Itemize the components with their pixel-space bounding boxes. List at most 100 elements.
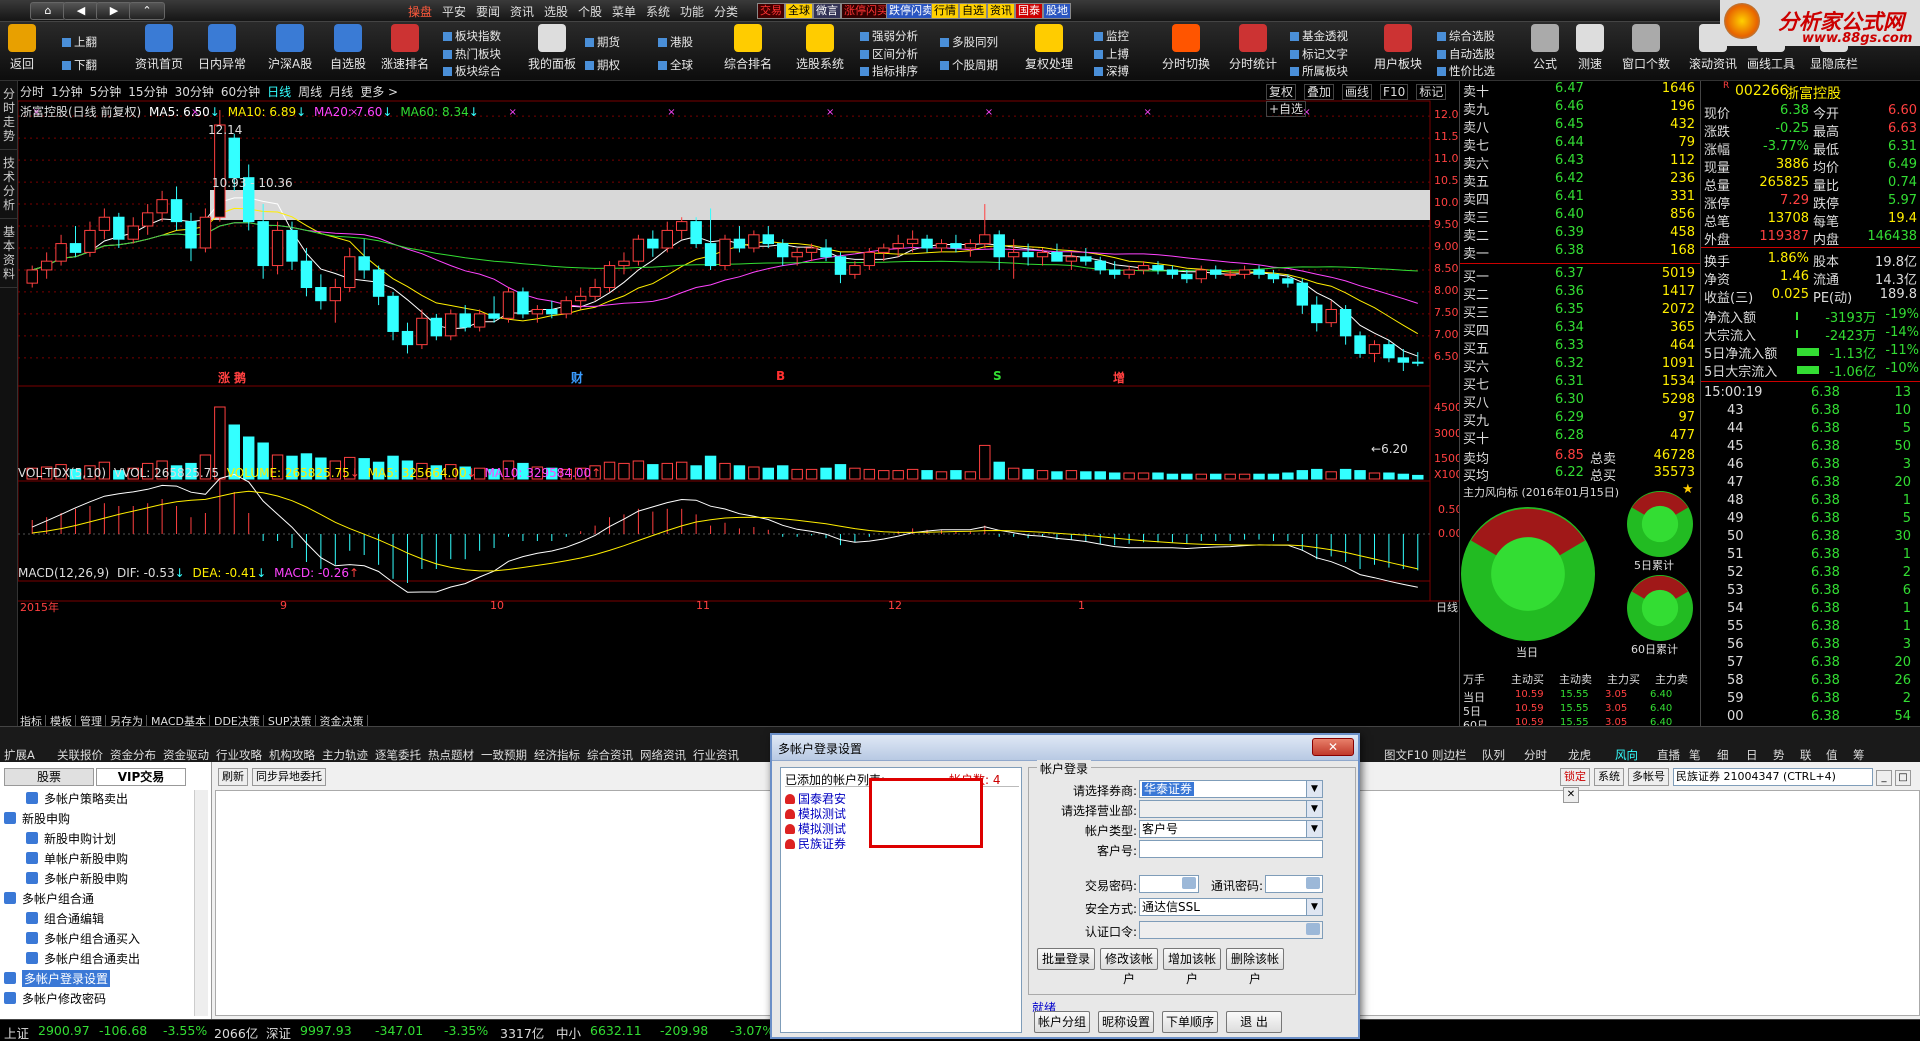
toolbar-button[interactable]: 窗口个数: [1622, 24, 1670, 72]
toolbar-button[interactable]: 我的面板: [528, 24, 576, 72]
toolbar-button[interactable]: 测速: [1576, 24, 1604, 72]
trade-right-button[interactable]: 锁定: [1560, 768, 1590, 786]
ask-price[interactable]: 6.39: [1555, 225, 1584, 240]
toolbar-small-button[interactable]: 下翻: [62, 57, 97, 73]
tree-item[interactable]: 多帐户策略卖出: [44, 790, 128, 807]
bid-price[interactable]: 6.36: [1555, 284, 1584, 299]
tree-item[interactable]: 新股申购计划: [44, 830, 116, 847]
bid-price[interactable]: 6.35: [1555, 302, 1584, 317]
menu-item[interactable]: 操盘: [408, 3, 432, 20]
ask-price[interactable]: 6.47: [1555, 81, 1584, 96]
menu-item[interactable]: 要闻: [476, 3, 500, 20]
menu-tag[interactable]: 行情: [931, 3, 959, 19]
vertical-tab[interactable]: 基本资料: [0, 219, 18, 288]
side-tab[interactable]: 联: [1800, 747, 1812, 763]
menu-item[interactable]: 资讯: [510, 3, 534, 20]
toolbar-small-button[interactable]: 区间分析: [860, 46, 918, 62]
tree-item[interactable]: 多帐户修改密码: [22, 990, 106, 1007]
ask-price[interactable]: 6.40: [1555, 207, 1584, 222]
toolbar-small-button[interactable]: 多股同列: [940, 34, 998, 50]
account-action-button[interactable]: 修改该帐户: [1100, 948, 1158, 986]
account-select[interactable]: 民族证券 21004347 (CTRL+4): [1673, 768, 1873, 786]
side-tab[interactable]: 则边栏: [1432, 747, 1467, 763]
vertical-tab[interactable]: 分时走势: [0, 81, 18, 150]
side-tab[interactable]: 队列: [1482, 747, 1505, 763]
chevron-down-icon[interactable]: ▼: [1306, 801, 1322, 817]
toolbar-button[interactable]: 分时切换: [1162, 24, 1210, 72]
toolbar-small-button[interactable]: 自动选股: [1437, 46, 1495, 62]
account-action-button[interactable]: 增加该帐户: [1163, 948, 1221, 986]
side-tab[interactable]: 筹: [1853, 747, 1865, 763]
security-select[interactable]: 通达信SSL ▼: [1139, 898, 1323, 916]
side-tab[interactable]: 风向: [1615, 747, 1638, 763]
menu-tag[interactable]: 微言: [813, 3, 841, 19]
toolbar-small-button[interactable]: 热门板块: [443, 46, 501, 62]
toolbar-small-button[interactable]: 监控: [1094, 28, 1129, 44]
side-tab[interactable]: 图文F10: [1384, 747, 1428, 763]
bid-price[interactable]: 6.30: [1555, 392, 1584, 407]
event-marker[interactable]: 涨: [218, 369, 230, 386]
menu-item[interactable]: 功能: [680, 3, 704, 20]
vertical-tab[interactable]: 技术分析: [0, 150, 18, 219]
field-input[interactable]: [1139, 840, 1323, 858]
bottom-tab[interactable]: 经济指标: [534, 747, 580, 763]
bid-price[interactable]: 6.37: [1555, 266, 1584, 281]
side-tab[interactable]: 细: [1717, 747, 1729, 763]
window-control[interactable]: ✕: [1563, 787, 1579, 803]
toolbar-small-button[interactable]: 标记文字: [1290, 46, 1348, 62]
trade-right-button[interactable]: 系统: [1594, 768, 1624, 786]
period-tab[interactable]: 60分钟: [221, 85, 260, 99]
toolbar-button[interactable]: 日内异常: [198, 24, 246, 72]
trade-password-input[interactable]: [1139, 875, 1199, 893]
chart-tool-button[interactable]: 标记: [1416, 84, 1447, 100]
period-tab[interactable]: 15分钟: [128, 85, 167, 99]
side-tab[interactable]: 笔: [1689, 747, 1701, 763]
chart-tool-button[interactable]: 叠加: [1304, 84, 1335, 100]
toolbar-button[interactable]: 复权处理: [1025, 24, 1073, 72]
tree-item[interactable]: 单帐户新股申购: [44, 850, 128, 867]
toolbar-small-button[interactable]: 全球: [658, 57, 693, 73]
menu-tag[interactable]: 交易: [757, 3, 785, 19]
period-tab[interactable]: 30分钟: [175, 85, 214, 99]
trade-button[interactable]: 刷新: [218, 768, 248, 786]
bottom-tab[interactable]: 资金分布: [110, 747, 156, 763]
toolbar-button[interactable]: 自选股: [330, 24, 366, 72]
toolbar-small-button[interactable]: 指标排序: [860, 63, 918, 79]
dialog-footer-button[interactable]: 退 出: [1226, 1011, 1282, 1033]
tree-item[interactable]: 多帐户登录设置: [22, 970, 111, 987]
auth-input[interactable]: [1139, 921, 1323, 939]
bottom-tab[interactable]: 网络资讯: [640, 747, 686, 763]
account-list[interactable]: 已添加的帐户列表: 帐户数: 4 国泰君安模拟测试模拟测试民族证券: [780, 767, 1022, 1033]
ask-price[interactable]: 6.45: [1555, 117, 1584, 132]
trade-tab[interactable]: VIP交易: [96, 768, 186, 786]
toolbar-small-button[interactable]: 板块指数: [443, 28, 501, 44]
period-tab[interactable]: 月线: [329, 85, 353, 99]
period-tab[interactable]: 周线: [298, 85, 322, 99]
toolbar-button[interactable]: 公式: [1531, 24, 1559, 72]
menu-item[interactable]: 系统: [646, 3, 670, 20]
toolbar-button[interactable]: 返回: [8, 24, 36, 72]
toolbar-button[interactable]: 沪深A股: [268, 24, 312, 72]
chevron-down-icon[interactable]: ▼: [1306, 821, 1322, 837]
home-icon[interactable]: ⌂: [30, 2, 66, 20]
field-select[interactable]: 客户号 ▼: [1139, 820, 1323, 838]
bid-price[interactable]: 6.32: [1555, 356, 1584, 371]
toolbar-button[interactable]: 用户板块: [1374, 24, 1422, 72]
dialog-footer-button[interactable]: 下单顺序: [1162, 1011, 1218, 1033]
up-arrow-icon[interactable]: ⌃: [129, 2, 165, 20]
ask-price[interactable]: 6.42: [1555, 171, 1584, 186]
toolbar-small-button[interactable]: 港股: [658, 34, 693, 50]
ask-price[interactable]: 6.43: [1555, 153, 1584, 168]
chart-tool-button[interactable]: F10: [1380, 84, 1409, 100]
toolbar-small-button[interactable]: 上翻: [62, 34, 97, 50]
period-tab[interactable]: 1分钟: [51, 85, 83, 99]
bottom-tab[interactable]: 主力轨迹: [322, 747, 368, 763]
bottom-tab[interactable]: 逐笔委托: [375, 747, 421, 763]
ask-price[interactable]: 6.41: [1555, 189, 1584, 204]
toolbar-small-button[interactable]: 个股周期: [940, 57, 998, 73]
tree-item[interactable]: 多帐户新股申购: [44, 870, 128, 887]
menu-tag[interactable]: 国泰: [1015, 3, 1043, 19]
ask-price[interactable]: 6.38: [1555, 243, 1584, 258]
bottom-tab[interactable]: 行业攻略: [216, 747, 262, 763]
side-tab[interactable]: 势: [1773, 747, 1785, 763]
